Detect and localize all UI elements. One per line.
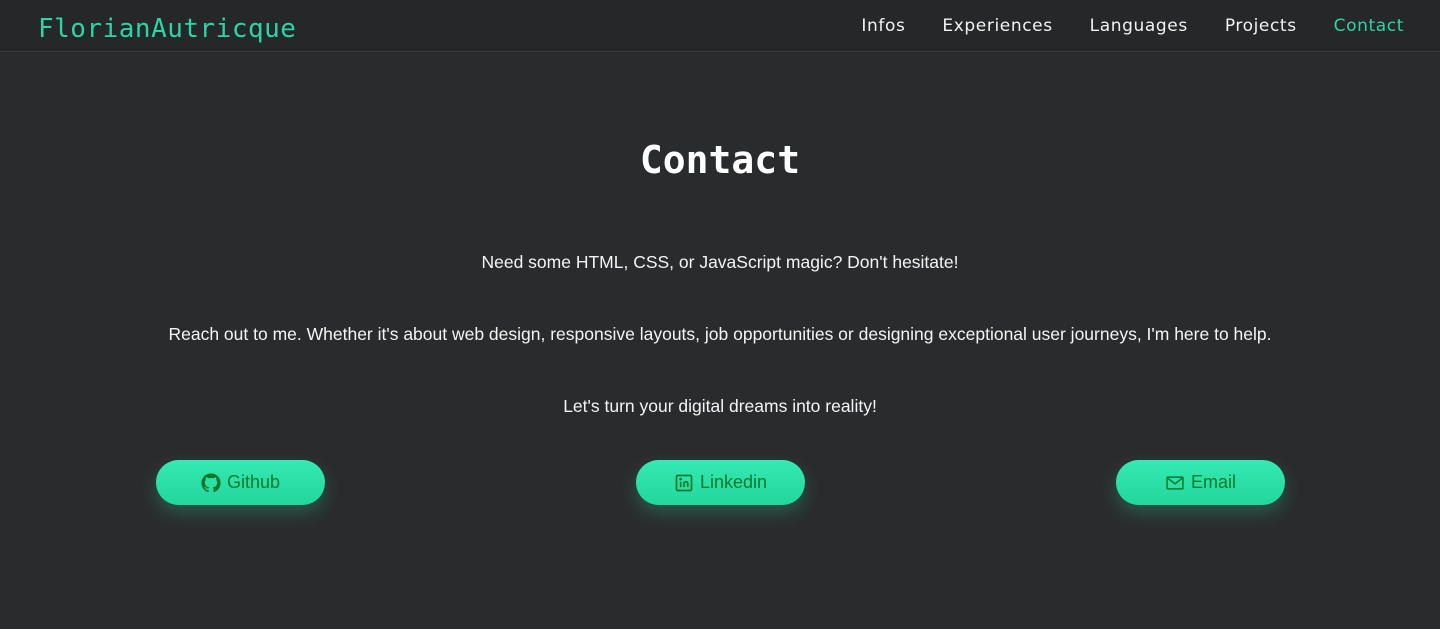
nav-item-infos[interactable]: Infos [861,14,905,38]
email-button-label: Email [1190,472,1236,492]
description-paragraph: Reach out to me. Whether it's about web … [168,324,1272,344]
main-nav: Infos Experiences Languages Projects Con… [861,14,1404,38]
email-button[interactable]: Email [1116,460,1285,505]
linkedin-button[interactable]: Linkedin [636,460,805,505]
mail-icon [1165,473,1185,493]
nav-item-contact[interactable]: Contact [1334,14,1404,38]
nav-item-languages[interactable]: Languages [1090,14,1188,38]
linkedin-button-label: Linkedin [699,472,768,492]
page-title: Contact [639,138,801,182]
nav-item-experiences[interactable]: Experiences [942,14,1052,38]
nav-item-projects[interactable]: Projects [1225,14,1297,38]
brand-logo[interactable]: FlorianAutricque [38,12,296,46]
github-button[interactable]: Github [156,460,325,505]
github-icon [201,472,221,493]
linkedin-icon [674,473,694,493]
closing-paragraph: Let's turn your digital dreams into real… [563,396,877,416]
github-button-label: Github [226,472,281,492]
navbar: FlorianAutricque Infos Experiences Langu… [0,0,1440,52]
intro-paragraph: Need some HTML, CSS, or JavaScript magic… [481,252,959,272]
